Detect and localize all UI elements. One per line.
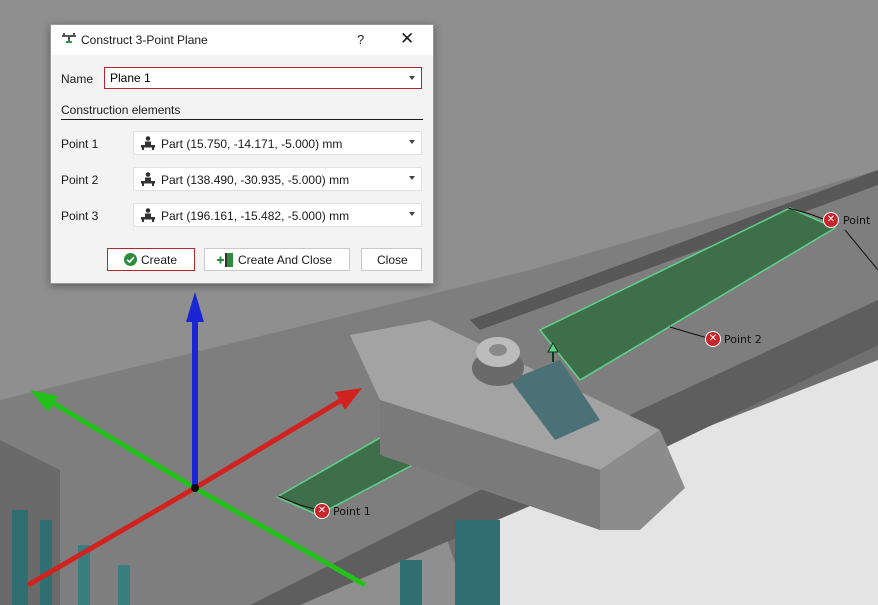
part-icon: [141, 172, 155, 186]
teal-fin: [118, 565, 130, 605]
point-1-label: Point 1: [333, 505, 371, 518]
chevron-down-icon[interactable]: [409, 176, 415, 180]
axes-origin: [191, 484, 199, 492]
point-3-label: Point: [843, 214, 871, 227]
teal-fin: [12, 510, 28, 605]
create-button[interactable]: Create: [107, 248, 195, 271]
point-2-row-label: Point 2: [61, 173, 99, 187]
point-1-row-label: Point 1: [61, 137, 99, 151]
point-3-row-label: Point 3: [61, 209, 99, 223]
point-1-error-icon[interactable]: ✕: [314, 503, 330, 519]
close-button[interactable]: Close: [361, 248, 422, 271]
name-field[interactable]: [104, 67, 422, 89]
check-circle-icon: [124, 253, 137, 266]
name-input[interactable]: [110, 70, 400, 86]
name-label: Name: [61, 72, 94, 86]
teal-fin: [40, 520, 52, 605]
point-2-value: Part (138.490, -30.935, -5.000) mm: [161, 173, 350, 187]
chevron-down-icon[interactable]: [409, 140, 415, 144]
create-button-label: Create: [141, 253, 178, 267]
chevron-down-icon[interactable]: [409, 76, 415, 80]
close-button-label: Close: [377, 253, 408, 267]
construction-elements-heading: Construction elements: [61, 103, 181, 117]
construct-3-point-plane-dialog: Construct 3-Point Plane ? ✕ Name Constru…: [50, 24, 434, 284]
point-3-error-icon[interactable]: ✕: [823, 212, 839, 228]
point-3-select[interactable]: Part (196.161, -15.482, -5.000) mm: [133, 203, 422, 227]
help-button[interactable]: ?: [357, 32, 364, 47]
point-2-select[interactable]: Part (138.490, -30.935, -5.000) mm: [133, 167, 422, 191]
dialog-titlebar[interactable]: Construct 3-Point Plane ? ✕: [51, 25, 433, 55]
point-3-value: Part (196.161, -15.482, -5.000) mm: [161, 209, 350, 223]
point-2-error-icon[interactable]: ✕: [705, 331, 721, 347]
close-icon[interactable]: ✕: [400, 29, 414, 49]
chevron-down-icon[interactable]: [409, 212, 415, 216]
part-icon: [141, 208, 155, 222]
create-and-close-button[interactable]: Create And Close: [204, 248, 350, 271]
teal-fin: [400, 560, 422, 605]
plus-exit-icon: [217, 253, 233, 267]
point-1-select[interactable]: Part (15.750, -14.171, -5.000) mm: [133, 131, 422, 155]
section-divider: [61, 119, 423, 120]
teal-fin: [455, 520, 500, 605]
bolt-socket: [489, 344, 507, 356]
point-1-value: Part (15.750, -14.171, -5.000) mm: [161, 137, 343, 151]
point-2-label: Point 2: [724, 333, 762, 346]
plane-construct-icon: [62, 33, 76, 43]
create-and-close-button-label: Create And Close: [238, 253, 333, 267]
part-icon: [141, 136, 155, 150]
dialog-title: Construct 3-Point Plane: [81, 33, 208, 47]
